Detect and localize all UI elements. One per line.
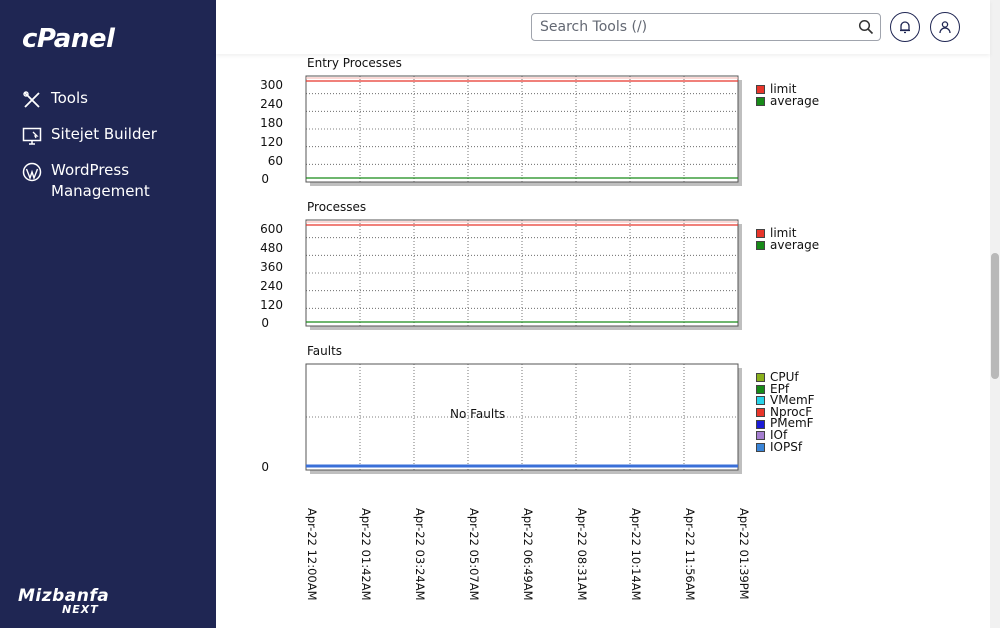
chart-title-entry-processes: Entry Processes	[307, 56, 402, 70]
legend-swatch	[756, 431, 765, 441]
brand-logo: Mizbanfa NEXT	[18, 588, 109, 616]
y-tick: 0	[261, 172, 269, 186]
cpanel-logo[interactable]: cPanel	[22, 24, 115, 54]
entry-processes-plot	[305, 75, 742, 186]
legend-swatch	[756, 442, 765, 452]
legend-swatch	[756, 240, 765, 250]
legend-swatch	[756, 373, 765, 383]
y-tick: 180	[260, 116, 283, 130]
x-tick-label: Apr-22 10:14AM	[629, 508, 643, 601]
legend-label: average	[770, 93, 820, 108]
no-faults-annotation: No Faults	[450, 407, 506, 421]
sitejet-icon	[22, 127, 42, 145]
sidebar-item-tools[interactable]: Tools	[0, 84, 216, 120]
y-tick: 480	[260, 241, 283, 255]
legend-label: IOPSf	[770, 439, 803, 454]
brand-name: Mizbanfa	[18, 586, 110, 606]
legend-swatch	[756, 396, 765, 406]
x-tick-label: Apr-22 01:39PM	[737, 508, 751, 600]
user-menu-button[interactable]	[930, 12, 960, 42]
legend-processes: limit average	[756, 227, 820, 252]
scrollbar-thumb[interactable]	[991, 253, 999, 379]
y-tick: 60	[267, 154, 283, 168]
y-tick: 120	[260, 135, 283, 149]
notifications-button[interactable]	[890, 12, 920, 42]
bell-icon	[900, 21, 910, 34]
sidebar-item-label: Tools	[51, 89, 88, 107]
processes-plot	[305, 219, 742, 330]
sidebar: cPanel Tools Sitejet Builder WordPress M…	[0, 0, 216, 628]
resource-usage-charts: Entry Processes 300 240 180 120 60 0 lim…	[216, 54, 990, 628]
x-tick-label: Apr-22 01:42AM	[359, 508, 373, 601]
y-tick: 0	[261, 460, 269, 474]
search-input[interactable]	[532, 14, 832, 40]
y-tick: 600	[260, 222, 283, 236]
chart-title-faults: Faults	[307, 344, 343, 358]
x-tick-label: Apr-22 03:24AM	[413, 508, 427, 601]
legend-label: average	[770, 237, 820, 252]
sidebar-item-sitejet[interactable]: Sitejet Builder	[0, 120, 216, 156]
x-tick-label: Apr-22 12:00AM	[305, 508, 319, 601]
sidebar-item-label: Sitejet Builder	[51, 125, 157, 143]
sidebar-nav: Tools Sitejet Builder WordPress Manageme…	[0, 84, 216, 212]
top-bar	[216, 0, 990, 54]
y-tick: 360	[260, 260, 283, 274]
search-icon[interactable]	[858, 19, 874, 35]
legend-faults: CPUf EPf VMemF NprocF PMemF IOf IOPSf	[756, 371, 815, 454]
x-tick-label: Apr-22 08:31AM	[575, 508, 589, 601]
y-tick: 120	[260, 298, 283, 312]
legend-entry-processes: limit average	[756, 83, 820, 108]
legend-swatch	[756, 408, 765, 418]
tools-icon	[23, 91, 40, 108]
chart-title-processes: Processes	[307, 200, 367, 214]
legend-swatch	[756, 85, 765, 95]
faults-plot	[305, 363, 742, 474]
user-icon	[939, 21, 951, 34]
y-tick: 300	[260, 78, 283, 92]
legend-item: average	[756, 237, 820, 252]
legend-swatch	[756, 419, 765, 429]
page-scrollbar[interactable]	[990, 0, 1000, 628]
sidebar-item-wordpress[interactable]: WordPress Management	[0, 156, 216, 212]
sidebar-item-label: WordPress Management	[51, 161, 150, 200]
legend-swatch	[756, 96, 765, 106]
wordpress-icon	[22, 162, 42, 182]
legend-swatch	[756, 229, 765, 239]
y-tick: 240	[260, 279, 283, 293]
x-tick-label: Apr-22 06:49AM	[521, 508, 535, 601]
y-tick: 240	[260, 97, 283, 111]
y-tick: 0	[261, 316, 269, 330]
x-tick-label: Apr-22 11:56AM	[683, 508, 697, 601]
x-tick-label: Apr-22 05:07AM	[467, 508, 481, 601]
legend-swatch	[756, 384, 765, 394]
legend-item: average	[756, 93, 820, 108]
search-box[interactable]	[531, 13, 881, 41]
legend-item: IOPSf	[756, 439, 815, 454]
